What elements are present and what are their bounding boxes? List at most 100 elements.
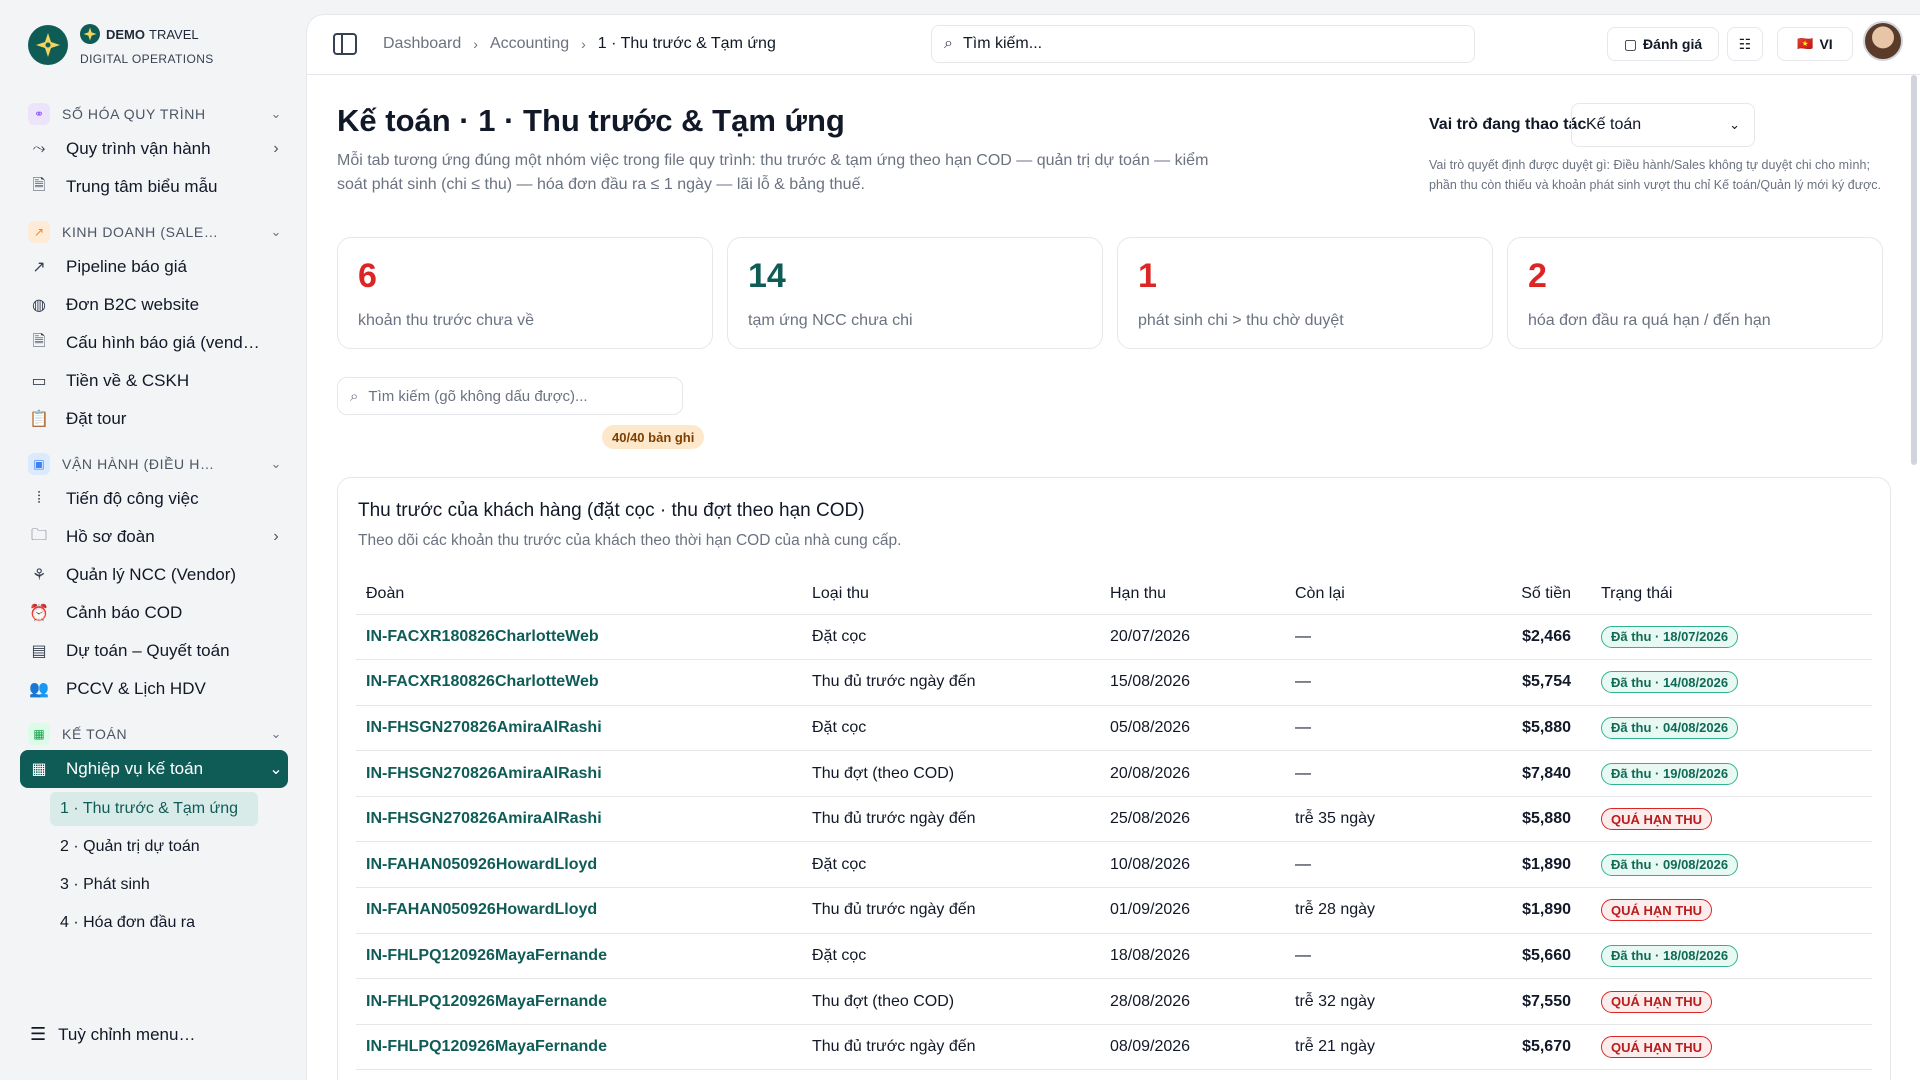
sidebar: DEMO TRAVEL DIGITAL OPERATIONS ⚭ SỐ HÓA … [0, 0, 306, 1080]
column-header[interactable]: Trạng thái [1581, 574, 1872, 615]
status-badge: Đã thu · 18/08/2026 [1601, 944, 1739, 967]
sidebar-item-label: Hồ sơ đoàn [66, 527, 155, 546]
sidebar-item-label: PCCV & Lịch HDV [66, 679, 206, 698]
sidebar-item-label: Quản lý NCC (Vendor) [66, 565, 237, 584]
breadcrumb: Dashboard › Accounting › 1 · Thu trước &… [383, 35, 776, 53]
stat-card[interactable]: 6 khoản thu trước chưa về [337, 237, 713, 349]
table-row[interactable]: IN-FHLPQ120926MayaFernande Thu đợt (theo … [356, 978, 1872, 1025]
subitem-prepayments[interactable]: 1 · Thu trước & Tạm ứng [50, 792, 258, 826]
column-header[interactable]: Số tiền [1453, 574, 1581, 615]
group-link[interactable]: IN-FHSGN270826AmiraAlRashi [356, 796, 802, 843]
checklist-button[interactable]: ☷ [1727, 27, 1763, 61]
sidebar-item-operating-process[interactable]: ⤳ Quy trình vận hành › [20, 130, 288, 168]
crumb-dashboard[interactable]: Dashboard [383, 35, 461, 53]
sidebar-item-label: Cảnh báo COD [66, 603, 183, 622]
group-link[interactable]: IN-FACXR180826CharlotteWeb [356, 659, 802, 706]
crumb-current: 1 · Thu trước & Tạm ứng [597, 35, 776, 52]
table-row[interactable]: IN-FACXR180826CharlotteWeb Đặt cọc 20/07/2… [356, 614, 1872, 661]
column-header[interactable]: Hạn thu [1100, 574, 1285, 615]
language-button[interactable]: 🇻🇳 VI [1777, 27, 1853, 61]
feedback-button[interactable]: ▢ Đánh giá [1607, 27, 1719, 61]
subitem-output-invoices[interactable]: 4 · Hóa đơn đầu ra [50, 906, 288, 940]
prepayment-table: Đoàn Loại thu Hạn thu Còn lại Số tiền Tr… [356, 574, 1872, 1071]
group-link[interactable]: IN-FAHAN050926HowardLloyd [356, 841, 802, 889]
group-link[interactable]: IN-FHSGN270826AmiraAlRashi [356, 750, 802, 797]
sidebar-item-task-progress[interactable]: ⦙ Tiến độ công việc [20, 480, 288, 518]
amount: $1,890 [1453, 887, 1581, 934]
sidebar-item-book-tour[interactable]: 📋 Đặt tour [20, 400, 288, 438]
section-operations[interactable]: ▣ VẬN HÀNH (ĐIỀU H… ⌄ [20, 448, 288, 480]
stat-card[interactable]: 2 hóa đơn đầu ra quá hạn / đến hạn [1507, 237, 1883, 349]
sidebar-item-guide-schedule[interactable]: 👥 PCCV & Lịch HDV [20, 670, 288, 708]
avatar[interactable] [1863, 21, 1903, 61]
group-link[interactable]: IN-FACXR180826CharlotteWeb [356, 614, 802, 661]
group-link[interactable]: IN-FAHAN050926HowardLloyd [356, 887, 802, 934]
folder-icon: 🗀 [30, 526, 47, 544]
table-row[interactable]: IN-FAHAN050926HowardLloyd Thu đủ trước ng… [356, 887, 1872, 934]
search-icon: ⌕ [944, 35, 953, 52]
route-icon: ⤳ [32, 140, 46, 157]
group-link[interactable]: IN-FHLPQ120926MayaFernande [356, 1024, 802, 1071]
amount: $5,660 [1453, 933, 1581, 980]
section-process-digitization[interactable]: ⚭ SỐ HÓA QUY TRÌNH ⌄ [20, 98, 288, 130]
remaining: — [1285, 841, 1453, 889]
sidebar-item-vendor-management[interactable]: ⚘ Quản lý NCC (Vendor) [20, 556, 288, 594]
stat-label: tạm ứng NCC chưa chi [748, 312, 913, 329]
stat-card[interactable]: 14 tạm ứng NCC chưa chi [727, 237, 1103, 349]
scrollbar[interactable] [1911, 75, 1917, 465]
role-select[interactable]: Kế toán ⌄ [1571, 103, 1755, 147]
global-search[interactable]: ⌕ [931, 25, 1475, 63]
column-header[interactable]: Đoàn [356, 574, 802, 615]
sidebar-item-group-files[interactable]: 🗀 Hồ sơ đoàn › [20, 518, 288, 556]
calculator-icon: ▦ [31, 761, 47, 778]
sidebar-item-form-center[interactable]: 🗎 Trung tâm biểu mẫu [20, 168, 288, 206]
group-link[interactable]: IN-FHLPQ120926MayaFernande [356, 978, 802, 1025]
group-link[interactable]: IN-FHSGN270826AmiraAlRashi [356, 705, 802, 752]
sidebar-item-cod-alerts[interactable]: ⏰ Cảnh báo COD [20, 594, 288, 632]
alarm-icon: ⏰ [29, 605, 49, 622]
payment-type: Đặt cọc [802, 614, 1100, 661]
file-icon: 🗎 [32, 176, 46, 194]
table-row[interactable]: IN-FAHAN050926HowardLloyd Đặt cọc 10/08/20… [356, 841, 1872, 889]
handshake-icon: ⚘ [31, 567, 47, 584]
remaining: — [1285, 933, 1453, 980]
status-badge: Đã thu · 18/07/2026 [1601, 625, 1739, 648]
table-row[interactable]: IN-FHLPQ120926MayaFernande Thu đủ trước n… [356, 1024, 1872, 1071]
sidebar-item-b2c-orders[interactable]: ◍ Đơn B2C website [20, 286, 288, 324]
column-header[interactable]: Còn lại [1285, 574, 1453, 615]
table-row[interactable]: IN-FACXR180826CharlotteWeb Thu đủ trước n… [356, 659, 1872, 706]
payment-type: Đặt cọc [802, 933, 1100, 980]
chevron-right-icon: › [273, 528, 279, 545]
table-row[interactable]: IN-FHSGN270826AmiraAlRashi Thu đủ trước n… [356, 796, 1872, 843]
table-search[interactable]: ⌕ [337, 377, 683, 415]
subitem-incurred[interactable]: 3 · Phát sinh [50, 868, 288, 902]
section-accounting[interactable]: ▦ KẾ TOÁN ⌄ [20, 718, 288, 750]
chevron-down-icon: ⌄ [270, 456, 282, 471]
sidebar-toggle-icon[interactable] [333, 33, 357, 55]
sidebar-item-label: Đơn B2C website [66, 295, 200, 314]
table-row[interactable]: IN-FHSGN270826AmiraAlRashi Thu đợt (theo … [356, 750, 1872, 797]
stat-label: khoản thu trước chưa về [358, 312, 534, 329]
column-header[interactable]: Loại thu [802, 574, 1100, 615]
sidebar-item-quote-config[interactable]: 🗎 Cấu hình báo giá (vend… [20, 324, 288, 362]
brand-name-suffix: TRAVEL [149, 26, 199, 42]
sidebar-item-quote-pipeline[interactable]: ↗ Pipeline báo giá [20, 248, 288, 286]
sidebar-item-estimate-settlement[interactable]: ▤ Dự toán – Quyết toán [20, 632, 288, 670]
global-search-input[interactable] [962, 35, 1423, 53]
brand[interactable]: DEMO TRAVEL DIGITAL OPERATIONS [28, 24, 214, 66]
table-search-input[interactable] [368, 387, 659, 405]
sidebar-item-label: Quy trình vận hành [66, 139, 211, 158]
stat-card[interactable]: 1 phát sinh chi > thu chờ duyệt [1117, 237, 1493, 349]
subitem-estimate-management[interactable]: 2 · Quản trị dự toán [50, 830, 288, 864]
sidebar-item-payments-cskh[interactable]: ▭ Tiền về & CSKH [20, 362, 288, 400]
section-sales[interactable]: ↗ KINH DOANH (SALE… ⌄ [20, 216, 288, 248]
amount: $7,550 [1453, 978, 1581, 1025]
table-row[interactable]: IN-FHLPQ120926MayaFernande Đặt cọc 18/08/2… [356, 933, 1872, 980]
section-label: KẾ TOÁN [62, 726, 128, 742]
table-row[interactable]: IN-FHSGN270826AmiraAlRashi Đặt cọc 05/08/2… [356, 705, 1872, 752]
customize-menu-button[interactable]: ☰ Tuỳ chỉnh menu… [30, 1024, 195, 1045]
group-link[interactable]: IN-FHLPQ120926MayaFernande [356, 933, 802, 980]
sidebar-item-accounting-ops[interactable]: ▦ Nghiệp vụ kế toán ⌄ [20, 750, 288, 788]
users-icon: 👥 [29, 681, 49, 698]
crumb-accounting[interactable]: Accounting [490, 35, 569, 53]
